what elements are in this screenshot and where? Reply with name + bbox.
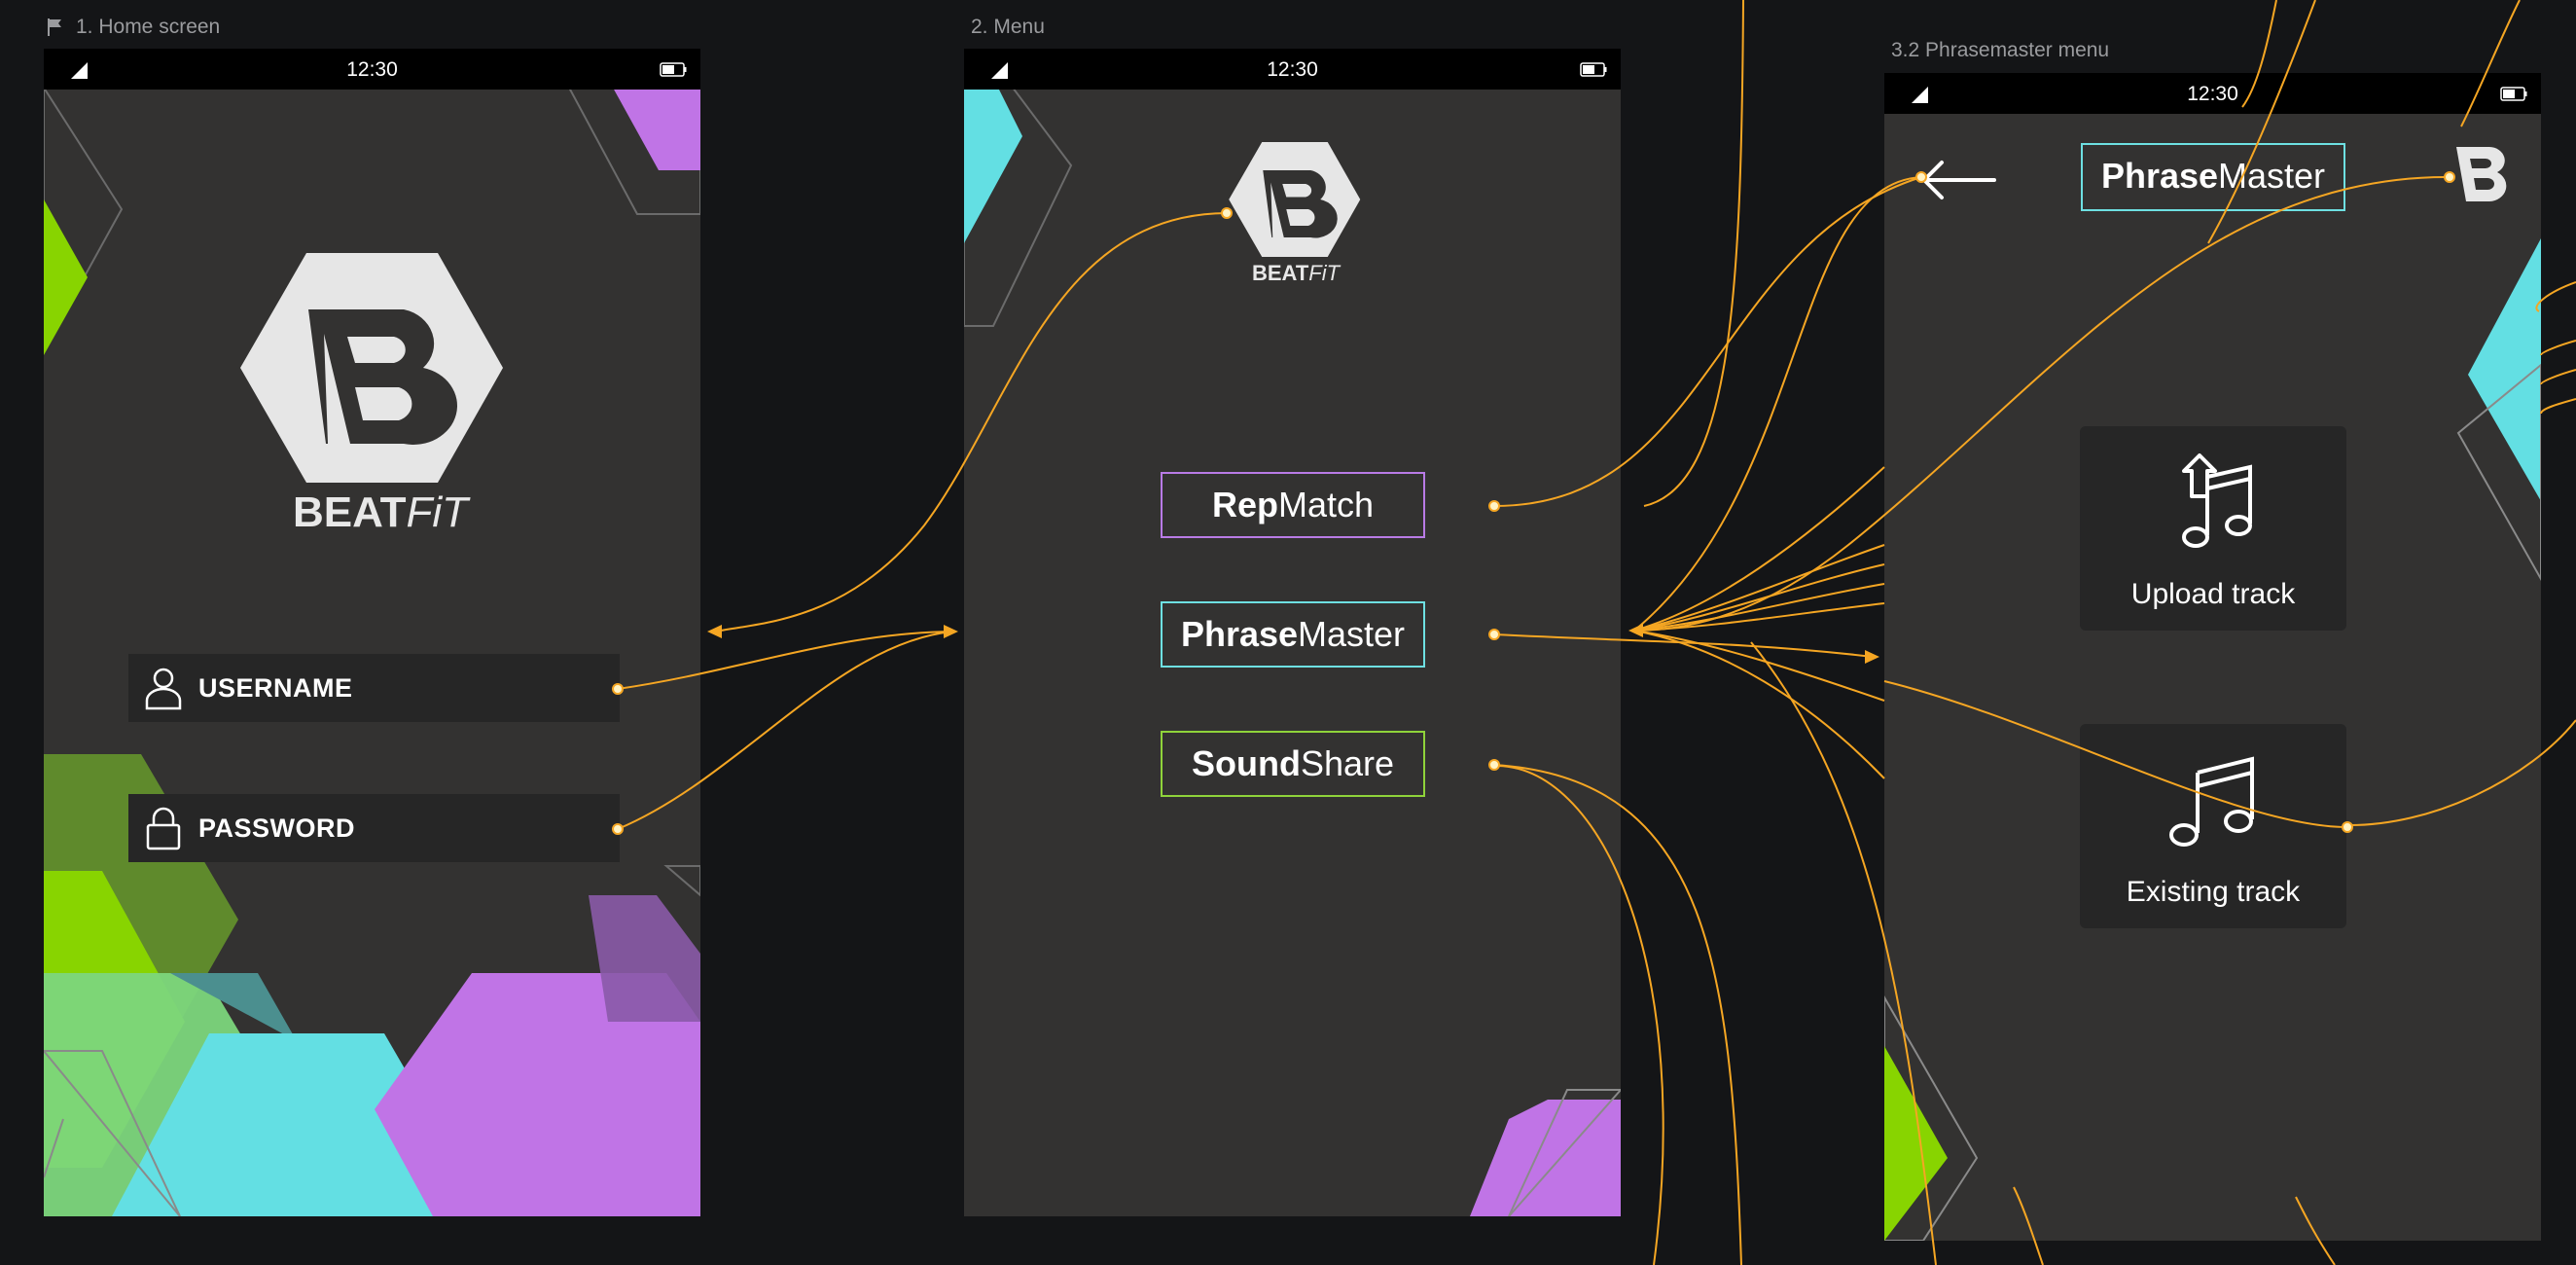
existing-track-tile[interactable]: Existing track	[2080, 724, 2346, 928]
upload-music-icon	[2182, 453, 2252, 548]
status-time: 12:30	[346, 58, 398, 81]
status-bar: 12:30	[964, 49, 1621, 90]
soundshare-bold: Sound	[1191, 743, 1301, 783]
frame-label-text: 2. Menu	[971, 16, 1045, 38]
phrasemaster-bold: Phrase	[1180, 614, 1299, 654]
beatfit-logo-small	[1229, 142, 1361, 257]
soundshare-light: Share	[1300, 743, 1395, 783]
soundshare-button[interactable]: SoundShare	[1161, 731, 1425, 797]
frame-label-menu: 2. Menu	[971, 16, 1045, 39]
back-arrow-icon[interactable]	[1918, 159, 1996, 201]
beatfit-b-icon[interactable]	[2449, 143, 2511, 205]
home-background-shapes	[44, 86, 700, 1216]
battery-icon	[660, 62, 687, 77]
battery-icon	[2500, 87, 2527, 101]
frame-label-home: 1. Home screen	[48, 16, 221, 39]
flag-icon	[47, 18, 66, 37]
status-time: 12:30	[2187, 83, 2238, 105]
upload-track-tile[interactable]: Upload track	[2080, 426, 2346, 631]
phrasemaster-background-shapes	[1884, 238, 2541, 1241]
upload-track-label: Upload track	[2130, 578, 2296, 610]
brand-bold: BEAT	[1252, 261, 1309, 285]
repmatch-light: Match	[1277, 485, 1375, 524]
user-icon	[145, 668, 182, 710]
frame-label-phrasemaster: 3.2 Phrasemaster menu	[1891, 39, 2109, 62]
brand-italic: FiT	[406, 488, 469, 536]
existing-track-label: Existing track	[2126, 876, 2301, 908]
phrasemaster-button[interactable]: PhraseMaster	[1161, 601, 1425, 668]
status-bar: 12:30	[44, 49, 700, 90]
phrasemaster-header-bold: Phrase	[2100, 156, 2219, 196]
lock-icon	[146, 807, 181, 850]
phrasemaster-header-light: Master	[2218, 156, 2326, 196]
home-screen: 12:30 BEATFiT USERNAME PASSWORD	[44, 49, 700, 1216]
phrasemaster-header: PhraseMaster	[2081, 143, 2345, 211]
menu-screen: 12:30 BEATFiT RepMatch PhraseMaster Soun…	[964, 49, 1621, 1216]
phrasemaster-light: Master	[1298, 614, 1406, 654]
repmatch-button[interactable]: RepMatch	[1161, 472, 1425, 538]
status-bar: 12:30	[1884, 73, 2541, 114]
username-field[interactable]: USERNAME	[128, 654, 620, 722]
brand-bold: BEAT	[293, 488, 407, 536]
password-label: PASSWORD	[198, 813, 356, 843]
frame-label-text: 1. Home screen	[76, 16, 221, 38]
beatfit-logo	[240, 253, 503, 483]
frame-label-text: 3.2 Phrasemaster menu	[1891, 39, 2110, 61]
brand-italic: FiT	[1308, 261, 1341, 285]
beatfit-wordmark-small: BEATFiT	[1252, 261, 1340, 286]
phrasemaster-screen: 12:30 PhraseMaster Upload track Existing…	[1884, 73, 2541, 1241]
beatfit-wordmark: BEATFiT	[293, 488, 468, 537]
password-field[interactable]: PASSWORD	[128, 794, 620, 862]
music-notes-icon	[2169, 756, 2254, 847]
username-label: USERNAME	[198, 673, 353, 703]
status-time: 12:30	[1267, 58, 1318, 81]
repmatch-bold: Rep	[1211, 485, 1278, 524]
battery-icon	[1580, 62, 1607, 77]
